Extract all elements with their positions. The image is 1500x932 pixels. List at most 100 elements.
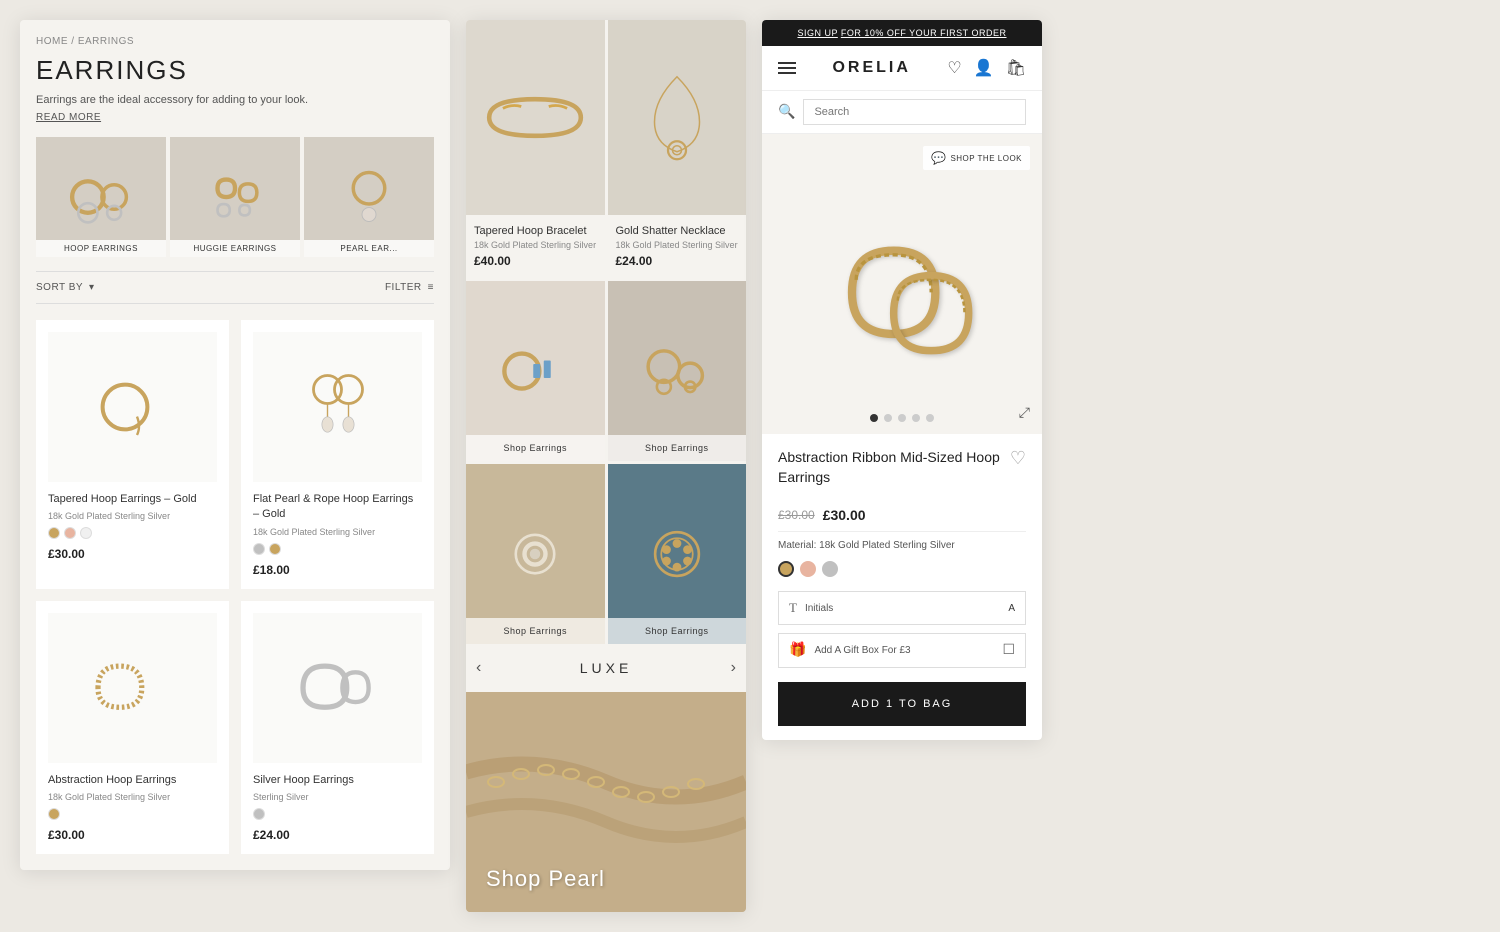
product-material-4: Sterling Silver [253,792,422,802]
search-input[interactable] [803,99,1026,125]
sort-by-label: SORT BY [36,282,83,293]
gift-label: Add A Gift Box For £3 [814,645,994,656]
sort-chevron-icon: ▾ [89,282,95,293]
pearl-earrings-category[interactable]: PEARL EAR... [304,137,434,257]
top-featured: Tapered Hoop Bracelet 18k Gold Plated St… [466,20,746,278]
product-image-3 [48,613,217,763]
shop-pearl-text[interactable]: Shop Pearl [466,846,625,912]
new-price: £30.00 [823,507,866,523]
middle-panel-screen: Tapered Hoop Bracelet 18k Gold Plated St… [466,20,746,912]
add-to-bag-button[interactable]: ADD 1 TO BAG [778,682,1026,726]
product-price-3: £30.00 [48,828,217,842]
color-swatches-4 [253,808,422,820]
products-grid: Tapered Hoop Earrings – Gold 18k Gold Pl… [36,320,434,854]
banner-title: LUXE [580,660,633,676]
page-description: Earrings are the ideal accessory for add… [36,94,434,106]
swatch-silver[interactable] [822,561,838,577]
pearl-earrings-label: PEARL EAR... [304,240,434,257]
swatch-white-1[interactable] [80,527,92,539]
filter-button[interactable]: FILTER ≡ [385,282,434,293]
dot-4[interactable] [912,414,920,422]
hoop-earrings-category[interactable]: HOOP EARRINGS [36,137,166,257]
product-image-2 [253,332,422,482]
account-icon[interactable]: 👤 [974,58,994,78]
dot-3[interactable] [898,414,906,422]
brand-logo[interactable]: ORELIA [832,59,910,77]
product-card-4[interactable]: Silver Hoop Earrings Sterling Silver £24… [241,601,434,854]
expand-icon[interactable]: ⤢ [1019,406,1030,422]
hamburger-line-2 [778,67,796,69]
material-label: Material: 18k Gold Plated Sterling Silve… [778,540,1026,551]
bag-icon[interactable]: 🛍 [1006,58,1026,78]
promo-link[interactable]: SIGN UP [797,28,837,38]
product-price-4: £24.00 [253,828,422,842]
necklace-name: Gold Shatter Necklace [616,225,739,237]
shop-earrings-label-4[interactable]: Shop Earrings [608,618,747,644]
shop-the-look-label: SHOP THE LOOK [950,154,1022,163]
product-name-3: Abstraction Hoop Earrings [48,773,217,788]
swatch-rose-1[interactable] [64,527,76,539]
sort-by-control[interactable]: SORT BY ▾ [36,282,95,293]
filter-lines-icon: ≡ [428,282,434,293]
swatch-gold-2[interactable] [269,543,281,555]
promo-banner: SIGN UP FOR 10% OFF YOUR FIRST ORDER [762,20,1042,46]
old-price: £30.00 [778,508,815,522]
product-price-1: £30.00 [48,547,217,561]
screens-container: HOME / EARRINGS EARRINGS Earrings are th… [20,20,1480,912]
banner-nav-right[interactable]: › [731,659,736,677]
hoop-earrings-label: HOOP EARRINGS [36,240,166,257]
product-name-4: Silver Hoop Earrings [253,773,422,788]
product-material-3: 18k Gold Plated Sterling Silver [48,792,217,802]
product-detail-screen: SIGN UP FOR 10% OFF YOUR FIRST ORDER ORE… [762,20,1042,740]
shop-pearl-section[interactable]: Shop Pearl [466,692,746,912]
shop-earrings-label-3[interactable]: Shop Earrings [466,618,605,644]
initials-label: Initials [805,603,1000,614]
product-card-2[interactable]: Flat Pearl & Rope Hoop Earrings – Gold 1… [241,320,434,589]
bracelet-name: Tapered Hoop Bracelet [474,225,597,237]
color-swatches-3 [48,808,217,820]
grid-earrings-2[interactable]: Shop Earrings [608,281,747,461]
read-more-link[interactable]: READ MORE [36,112,434,123]
featured-necklace[interactable]: Gold Shatter Necklace 18k Gold Plated St… [608,20,747,278]
earrings-grid: Shop Earrings Shop Earrings Shop Earring… [466,281,746,644]
gift-checkbox-icon[interactable]: ☐ [1002,642,1015,659]
featured-bracelet[interactable]: Tapered Hoop Bracelet 18k Gold Plated St… [466,20,605,278]
wishlist-heart-icon[interactable]: ♡ [1010,448,1026,469]
hamburger-menu-icon[interactable] [778,62,796,74]
breadcrumb: HOME / EARRINGS [36,36,434,47]
wishlist-icon[interactable]: ♡ [947,58,961,78]
grid-earrings-3[interactable]: Shop Earrings [466,464,605,644]
product-detail-image: 💬 SHOP THE LOOK [762,134,1042,434]
product-info: Abstraction Ribbon Mid-Sized Hoop Earrin… [762,434,1042,740]
product-card-1[interactable]: Tapered Hoop Earrings – Gold 18k Gold Pl… [36,320,229,589]
swatch-gold-3[interactable] [48,808,60,820]
product-card-3[interactable]: Abstraction Hoop Earrings 18k Gold Plate… [36,601,229,854]
bracelet-info: Tapered Hoop Bracelet 18k Gold Plated St… [466,215,605,278]
dot-5[interactable] [926,414,934,422]
price-row: £30.00 £30.00 [778,507,1026,523]
huggie-earrings-category[interactable]: HUGGIE EARRINGS [170,137,300,257]
product-material-2: 18k Gold Plated Sterling Silver [253,527,422,537]
gift-box-row: 🎁 Add A Gift Box For £3 ☐ [778,633,1026,668]
luxe-banner: ‹ LUXE › [466,644,746,692]
swatch-silver-4[interactable] [253,808,265,820]
grid-earrings-1[interactable]: Shop Earrings [466,281,605,461]
image-dots [870,414,934,422]
shop-the-look-button[interactable]: 💬 SHOP THE LOOK [923,146,1030,170]
product-swatches [778,561,1026,577]
color-swatches-1 [48,527,217,539]
page-title: EARRINGS [36,55,434,86]
dot-1[interactable] [870,414,878,422]
grid-earrings-4[interactable]: Shop Earrings [608,464,747,644]
banner-nav-left[interactable]: ‹ [476,659,481,677]
huggie-earrings-label: HUGGIE EARRINGS [170,240,300,257]
shop-earrings-label-2[interactable]: Shop Earrings [608,435,747,461]
swatch-gold-1[interactable] [48,527,60,539]
category-images: HOOP EARRINGS HUGGIE EARRINGS [36,137,434,257]
shop-earrings-label-1[interactable]: Shop Earrings [466,435,605,461]
necklace-price: £24.00 [616,254,739,268]
swatch-silver-2[interactable] [253,543,265,555]
swatch-gold[interactable] [778,561,794,577]
dot-2[interactable] [884,414,892,422]
swatch-rose[interactable] [800,561,816,577]
